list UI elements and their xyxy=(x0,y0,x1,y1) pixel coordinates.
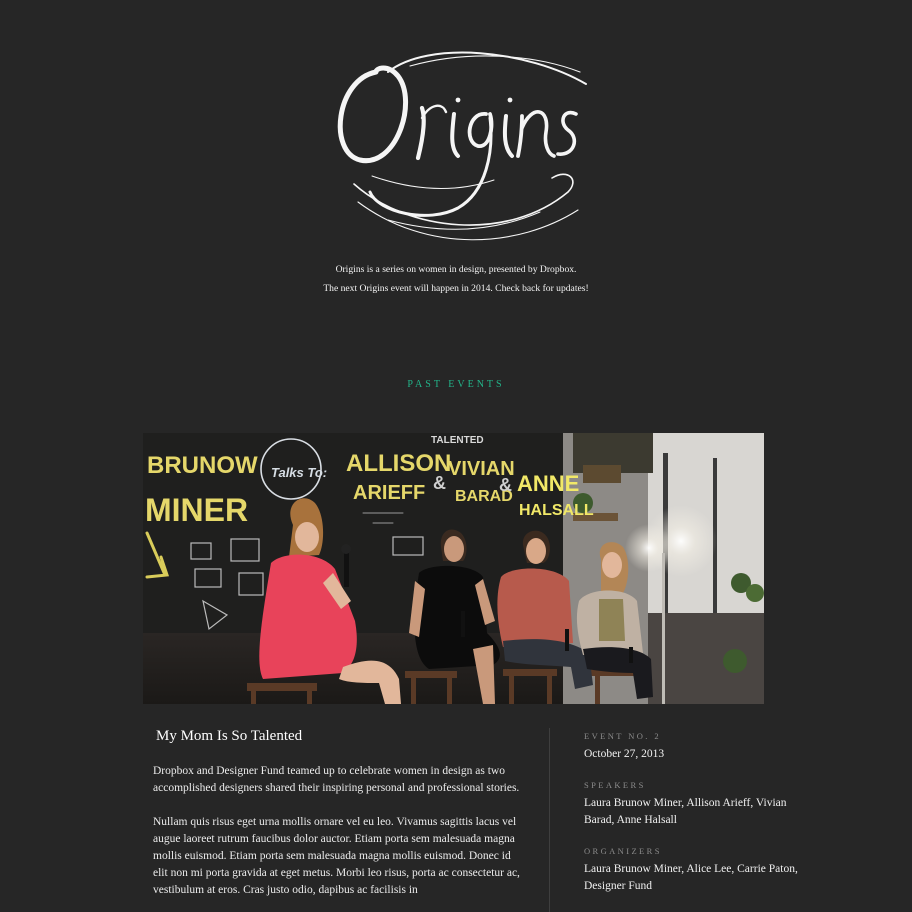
event-number-block: EVENT NO. 2 October 27, 2013 xyxy=(584,731,804,763)
event-title: My Mom Is So Talented xyxy=(156,728,303,744)
intro-line-2: The next Origins event will happen in 20… xyxy=(323,282,589,294)
origins-logo-lettering xyxy=(337,51,587,241)
event-date: October 27, 2013 xyxy=(584,748,665,760)
column-divider xyxy=(549,728,550,912)
speakers-block: SPEAKERS Laura Brunow Miner, Allison Ari… xyxy=(584,780,804,829)
chalk-talented: TALENTED xyxy=(431,435,484,446)
event-number-label: EVENT NO. 2 xyxy=(584,731,662,741)
event-meta: EVENT NO. 2 October 27, 2013 SPEAKERS La… xyxy=(584,731,804,912)
speakers-label: SPEAKERS xyxy=(584,780,646,790)
event-body-text: Nullam quis risus eget urna mollis ornar… xyxy=(153,816,520,896)
origins-logo xyxy=(318,42,594,252)
chalk-anne: ANNE xyxy=(517,471,579,496)
intro-line-1: Origins is a series on women in design, … xyxy=(335,264,577,275)
chalk-brunow: BRUNOW xyxy=(147,452,258,479)
event-description: Dropbox and Designer Fund teamed up to c… xyxy=(153,765,520,794)
event-photo: BRUNOW MINER ALLISON ARIEFF VIVIAN BARAD… xyxy=(143,433,764,704)
chalk-miner: MINER xyxy=(145,492,248,528)
organizers-block: ORGANIZERS Laura Brunow Miner, Alice Lee… xyxy=(584,846,804,895)
organizers-label: ORGANIZERS xyxy=(584,846,662,856)
page: Origins is a series on women in design, … xyxy=(0,0,912,912)
speakers-list: Laura Brunow Miner, Allison Arieff, Vivi… xyxy=(584,797,787,826)
organizers-list: Laura Brunow Miner, Alice Lee, Carrie Pa… xyxy=(584,863,798,892)
chalk-arieff: ARIEFF xyxy=(353,482,425,504)
event-article: My Mom Is So Talented Dropbox and Design… xyxy=(153,728,525,912)
past-events-heading: PAST EVENTS xyxy=(407,379,505,390)
chalk-amp-2: & xyxy=(499,475,512,495)
chalk-amp-1: & xyxy=(433,473,446,493)
intro-text: Origins is a series on women in design, … xyxy=(0,261,912,298)
chalk-talks-to: Talks To: xyxy=(271,465,327,480)
chalk-halsall: HALSALL xyxy=(519,502,594,519)
